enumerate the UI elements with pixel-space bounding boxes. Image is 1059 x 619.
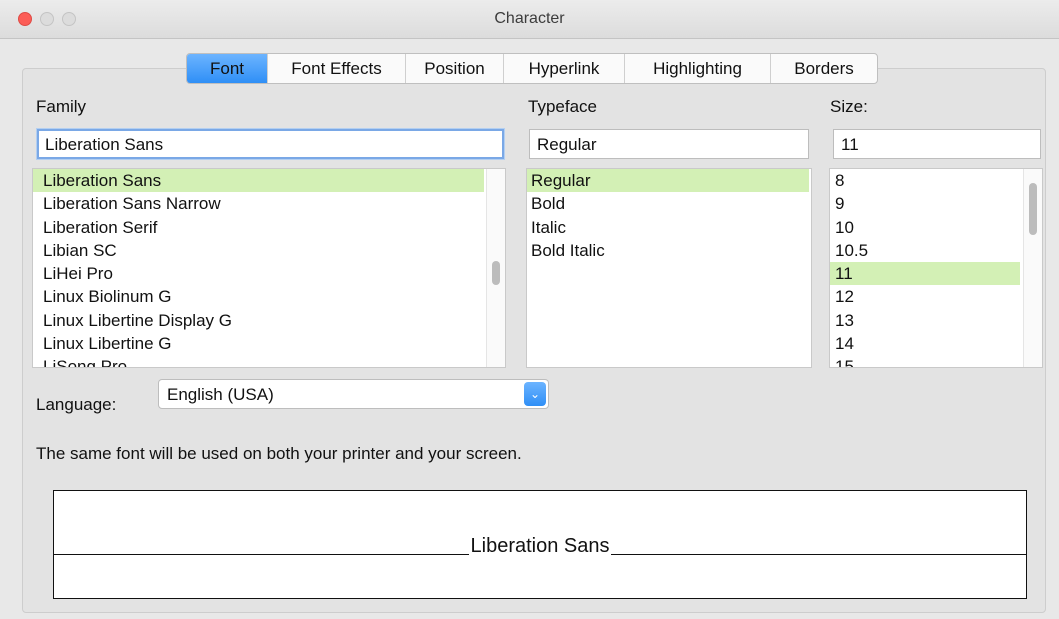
typeface-label: Typeface [528, 97, 597, 116]
list-item[interactable]: 10.5 [830, 239, 1042, 262]
size-input[interactable]: 11 [833, 129, 1041, 159]
list-item[interactable]: Regular [527, 169, 809, 193]
list-item[interactable]: 12 [830, 285, 1042, 308]
list-item[interactable]: 8 [830, 169, 1042, 192]
list-item[interactable]: Libian SC [33, 239, 505, 262]
tab-font-effects[interactable]: Font Effects [268, 54, 406, 83]
list-item[interactable]: Linux Libertine Display G [33, 309, 505, 332]
tab-font[interactable]: Font [187, 54, 268, 83]
list-item[interactable]: Bold Italic [527, 239, 811, 262]
family-label: Family [36, 97, 87, 116]
list-item[interactable]: 11 [830, 262, 1020, 286]
window-title: Character [494, 10, 565, 27]
family-scrollbar[interactable] [486, 169, 505, 367]
family-input[interactable]: Liberation Sans [37, 129, 504, 159]
title-bar: Character [0, 0, 1059, 39]
size-label: Size: [830, 97, 868, 116]
tab-highlighting[interactable]: Highlighting [625, 54, 771, 83]
list-item[interactable]: 9 [830, 192, 1042, 215]
tab-bar: Font Font Effects Position Hyperlink Hig… [186, 53, 878, 84]
list-item[interactable]: Bold [527, 192, 811, 215]
family-list[interactable]: Liberation Sans Liberation Sans Narrow L… [32, 168, 506, 368]
list-item[interactable]: Italic [527, 216, 811, 239]
language-label: Language: [36, 395, 117, 414]
size-list[interactable]: 8 9 10 10.5 11 12 13 14 15 [829, 168, 1043, 368]
list-item[interactable]: Liberation Sans Narrow [33, 192, 505, 215]
typeface-input[interactable]: Regular [529, 129, 809, 159]
list-item[interactable]: 14 [830, 332, 1042, 355]
list-item[interactable]: 15 [830, 355, 1042, 367]
typeface-list[interactable]: Regular Bold Italic Bold Italic [526, 168, 812, 368]
tab-hyperlink[interactable]: Hyperlink [504, 54, 625, 83]
language-select[interactable]: English (USA) ⌄ [158, 379, 549, 409]
tab-borders[interactable]: Borders [771, 54, 877, 83]
list-item[interactable]: Linux Libertine G [33, 332, 505, 355]
info-text: The same font will be used on both your … [36, 444, 522, 463]
tab-position[interactable]: Position [406, 54, 504, 83]
list-item[interactable]: Liberation Sans [33, 169, 484, 193]
list-item[interactable]: Liberation Serif [33, 216, 505, 239]
list-item[interactable]: 10 [830, 216, 1042, 239]
chevron-down-icon[interactable]: ⌄ [524, 382, 546, 406]
list-item[interactable]: LiHei Pro [33, 262, 505, 285]
size-scroll-thumb[interactable] [1029, 183, 1037, 235]
list-item[interactable]: Linux Biolinum G [33, 285, 505, 308]
preview-text-row: Liberation Sans [54, 535, 1026, 558]
list-item[interactable]: LiSong Pro [33, 355, 505, 367]
character-dialog: Character Font Font Effects Position Hyp… [0, 0, 1059, 619]
list-item[interactable]: 13 [830, 309, 1042, 332]
size-scrollbar[interactable] [1023, 169, 1042, 367]
family-scroll-thumb[interactable] [492, 261, 500, 285]
preview-text: Liberation Sans [468, 535, 612, 557]
language-value: English (USA) [167, 385, 274, 404]
font-preview: Liberation Sans [53, 490, 1027, 599]
